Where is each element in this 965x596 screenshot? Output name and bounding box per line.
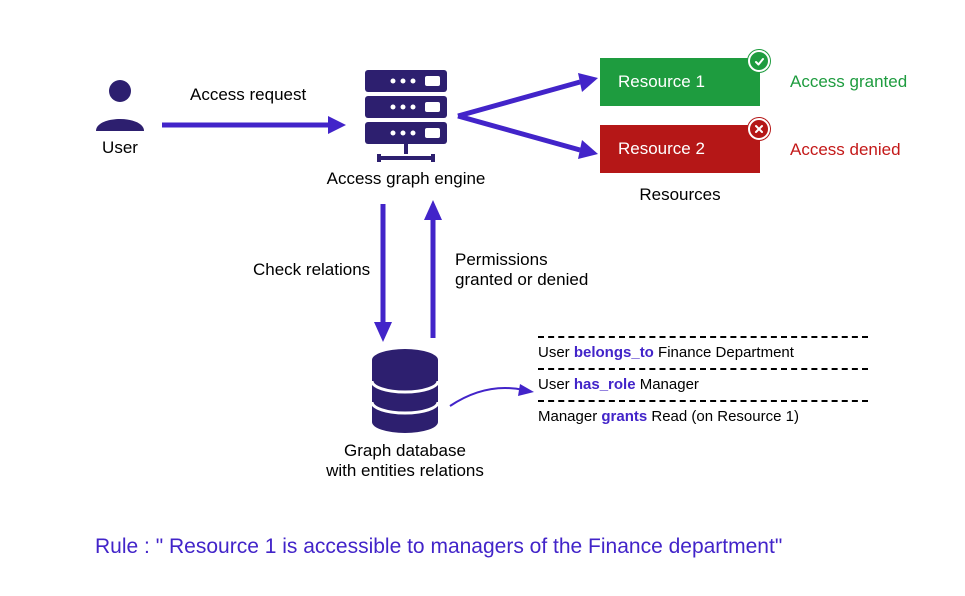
permissions-label-l2: granted or denied bbox=[455, 270, 588, 290]
rule-quote: " Resource 1 is accessible to managers o… bbox=[156, 535, 783, 558]
server-icon bbox=[363, 68, 449, 162]
relation-1-pre: User bbox=[538, 344, 574, 361]
relation-3-post: Read (on Resource 1) bbox=[647, 408, 799, 425]
resource-1-label: Resource 1 bbox=[618, 72, 705, 92]
relation-3-kw: grants bbox=[601, 408, 647, 425]
permissions-label-l1: Permissions bbox=[455, 250, 548, 270]
database-icon bbox=[370, 349, 440, 433]
arrow-check-relations bbox=[368, 198, 398, 344]
status-granted-label: Access granted bbox=[790, 72, 907, 92]
user-icon bbox=[92, 75, 148, 131]
resources-group-label: Resources bbox=[600, 185, 760, 205]
relation-1-kw: belongs_to bbox=[574, 344, 654, 361]
relation-2-pre: User bbox=[538, 376, 574, 393]
relation-row-1: User belongs_to Finance Department bbox=[538, 336, 868, 370]
relation-2-kw: has_role bbox=[574, 376, 636, 393]
status-denied-label: Access denied bbox=[790, 140, 901, 160]
relation-row-3: Manager grants Read (on Resource 1) bbox=[538, 402, 868, 432]
rule-text: Rule : " Resource 1 is accessible to man… bbox=[95, 535, 782, 559]
user-label: User bbox=[95, 138, 145, 158]
relation-row-2: User has_role Manager bbox=[538, 370, 868, 402]
x-icon bbox=[748, 118, 770, 140]
arrow-db-to-relations bbox=[446, 378, 536, 418]
db-label-l1: Graph database bbox=[320, 441, 490, 461]
check-relations-label: Check relations bbox=[253, 260, 370, 280]
arrow-access-request bbox=[158, 110, 348, 140]
resource-2-box: Resource 2 bbox=[600, 125, 760, 173]
engine-label: Access graph engine bbox=[320, 169, 492, 189]
relation-3-pre: Manager bbox=[538, 408, 601, 425]
relation-2-post: Manager bbox=[636, 376, 699, 393]
check-icon bbox=[748, 50, 770, 72]
access-request-label: Access request bbox=[190, 85, 306, 105]
relations-list: User belongs_to Finance Department User … bbox=[538, 336, 868, 432]
db-label-l2: with entities relations bbox=[320, 461, 490, 481]
rule-prefix: Rule : bbox=[95, 535, 156, 558]
resource-2-label: Resource 2 bbox=[618, 139, 705, 159]
arrow-to-resources bbox=[452, 66, 602, 166]
relation-1-post: Finance Department bbox=[654, 344, 794, 361]
resource-1-box: Resource 1 bbox=[600, 58, 760, 106]
arrow-permissions bbox=[418, 198, 448, 344]
